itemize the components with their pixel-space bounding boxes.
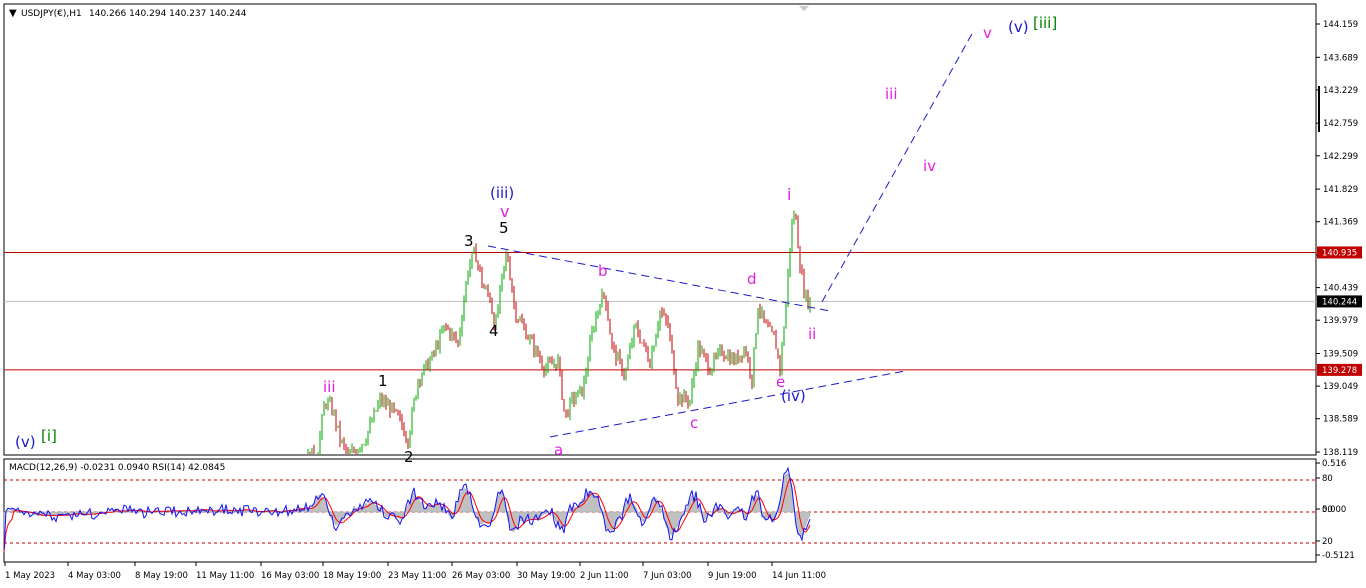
x-tick-label: 1 May 2023 bbox=[5, 571, 55, 581]
indicator-axis: 0.516800.0005020-0.5121 bbox=[1316, 459, 1355, 561]
indicator-tick-label: 80 bbox=[1322, 474, 1333, 484]
wave-label[interactable]: 3 bbox=[464, 232, 474, 250]
y-tick-label: 140.439 bbox=[1323, 284, 1358, 294]
x-tick-label: 2 Jun 11:00 bbox=[580, 571, 629, 581]
wave-label[interactable]: (iii) bbox=[490, 184, 514, 202]
price-level-tag-label: 140.935 bbox=[1322, 248, 1357, 258]
wave-label[interactable]: c bbox=[690, 414, 698, 432]
indicator-tick-label: -0.5121 bbox=[1322, 551, 1355, 561]
wave-label[interactable]: iii bbox=[323, 378, 336, 396]
y-tick-label: 141.369 bbox=[1323, 218, 1358, 228]
indicator-tick-label: 20 bbox=[1322, 537, 1333, 547]
y-tick-label: 142.759 bbox=[1323, 119, 1358, 129]
y-tick-label: 139.979 bbox=[1323, 316, 1358, 326]
price-axis: 144.159 143.689 143.229 142.759 142.299 141.8… bbox=[1316, 20, 1358, 458]
y-tick-label: 143.689 bbox=[1323, 53, 1358, 63]
wave-label[interactable]: ii bbox=[808, 325, 816, 343]
wave-label[interactable]: a bbox=[554, 441, 563, 459]
x-tick-label: 23 May 11:00 bbox=[388, 571, 446, 581]
time-axis: 1 May 2023 4 May 03:00 8 May 19:00 11 May 1… bbox=[4, 562, 826, 581]
wave-label[interactable]: v bbox=[983, 24, 992, 42]
wave-label[interactable]: iv bbox=[923, 157, 936, 175]
y-tick-label: 138.589 bbox=[1323, 415, 1358, 425]
wave-label[interactable]: (v) bbox=[1008, 18, 1029, 36]
x-tick-label: 16 May 03:00 bbox=[261, 571, 319, 581]
main-panel bbox=[3, 3, 1317, 456]
wave-label[interactable]: b bbox=[598, 262, 608, 280]
wave-label[interactable]: [i] bbox=[41, 427, 57, 445]
x-tick-label: 8 May 19:00 bbox=[135, 571, 188, 581]
wave-label[interactable]: v bbox=[500, 202, 509, 221]
wave-label[interactable]: iii bbox=[885, 85, 898, 103]
x-tick-label: 7 Jun 03:00 bbox=[643, 571, 692, 581]
indicator-tick-label: 0.516 bbox=[1322, 459, 1346, 469]
wave-label[interactable]: d bbox=[747, 270, 757, 288]
price-chart: ▼ USDJPY(€),H1 140.266 140.294 140.237 1… bbox=[3, 3, 1362, 581]
x-tick-label: 11 May 11:00 bbox=[196, 571, 254, 581]
chart-ohlc: 140.266 140.294 140.237 140.244 bbox=[89, 9, 247, 19]
y-tick-label: 138.119 bbox=[1323, 448, 1358, 458]
indicator-title: MACD(12,26,9) -0.0231 0.0940 RSI(14) 42.… bbox=[9, 463, 225, 473]
y-tick-label: 143.229 bbox=[1323, 86, 1358, 96]
x-tick-label: 18 May 19:00 bbox=[323, 571, 381, 581]
x-tick-label: 9 Jun 19:00 bbox=[708, 571, 757, 581]
chart-header-arrow[interactable]: ▼ bbox=[9, 8, 17, 19]
y-tick-label: 144.159 bbox=[1323, 20, 1358, 30]
price-level-tag-label: 139.278 bbox=[1322, 366, 1357, 376]
chart-symbol: USDJPY(€),H1 bbox=[21, 9, 82, 19]
wave-label[interactable]: 4 bbox=[489, 322, 499, 340]
y-tick-label: 141.829 bbox=[1323, 185, 1358, 195]
x-tick-label: 30 May 19:00 bbox=[517, 571, 575, 581]
current-price-tag-label: 140.244 bbox=[1322, 297, 1357, 307]
x-tick-label: 4 May 03:00 bbox=[68, 571, 121, 581]
y-tick-label: 142.299 bbox=[1323, 152, 1358, 162]
wave-label[interactable]: 5 bbox=[499, 219, 509, 237]
y-tick-label: 139.049 bbox=[1323, 382, 1358, 392]
x-tick-label: 14 Jun 11:00 bbox=[772, 571, 826, 581]
wave-label[interactable]: (iv) bbox=[781, 387, 806, 405]
wave-label[interactable]: 1 bbox=[378, 372, 388, 390]
indicator-tick-label: 50 bbox=[1322, 505, 1333, 515]
wave-label[interactable]: [iii] bbox=[1033, 14, 1057, 32]
wave-label[interactable]: i bbox=[787, 185, 791, 204]
wave-label[interactable]: 2 bbox=[404, 448, 414, 466]
x-tick-label: 26 May 03:00 bbox=[452, 571, 510, 581]
wave-label[interactable]: (v) bbox=[15, 433, 36, 451]
y-tick-label: 139.509 bbox=[1323, 350, 1358, 360]
